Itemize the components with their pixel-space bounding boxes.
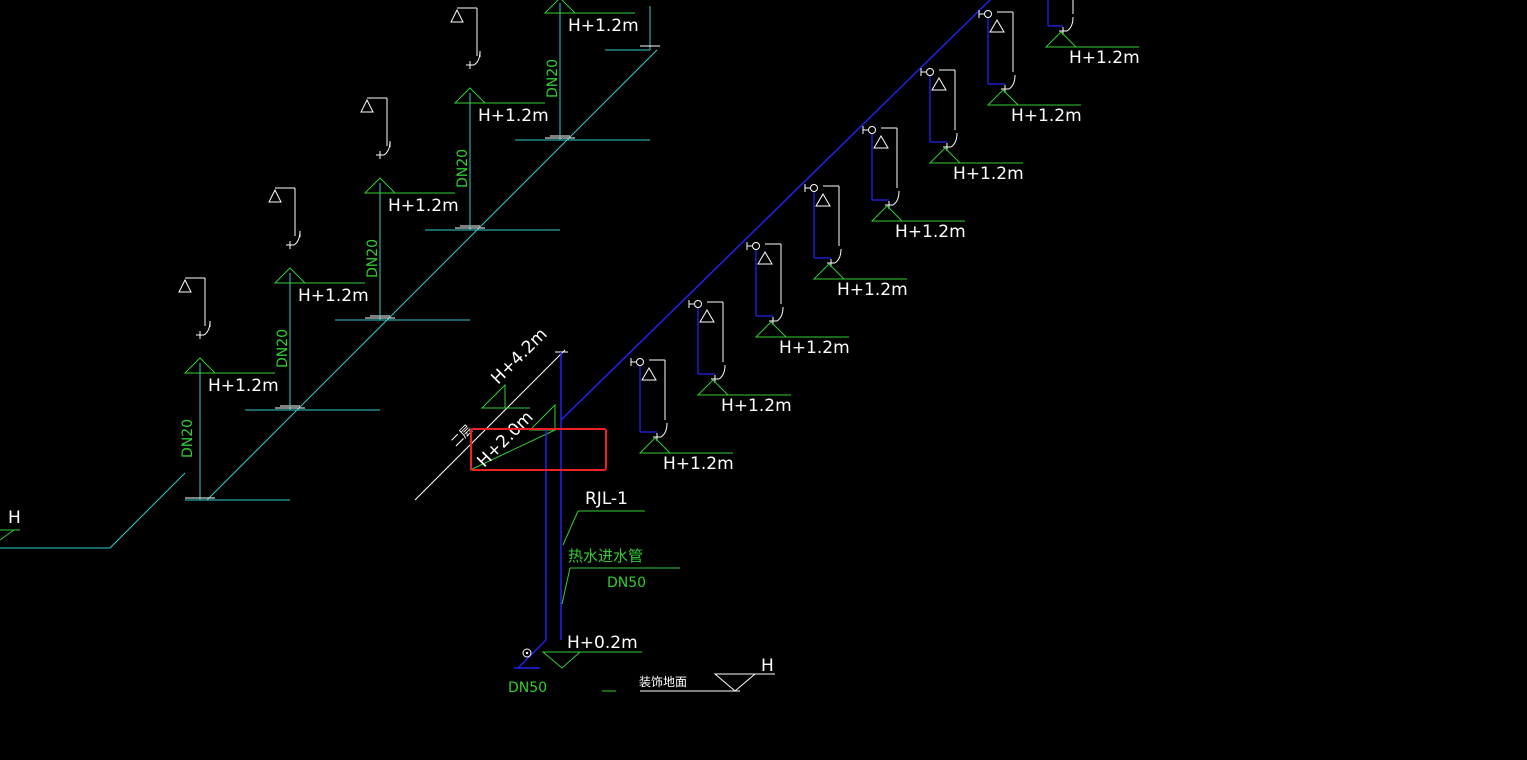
finished-floor-label: 装饰地面	[639, 675, 687, 689]
fixture-elevation-label: H+1.2m	[779, 338, 850, 358]
left-fixture: H+1.2m DN20	[543, 0, 660, 141]
fixture-elevation-label: H+1.2m	[1069, 48, 1140, 68]
left-incoming-pipe: H	[0, 472, 186, 549]
fixture-elevation-label: H+1.2m	[837, 280, 908, 300]
fixture-elevation-label: H+1.2m	[895, 222, 966, 242]
fixture-elevation-label: H+1.2m	[568, 16, 639, 36]
fixture-elevation-label: H+1.2m	[1011, 106, 1082, 126]
hot-water-inlet-label: 热水进水管	[568, 547, 643, 565]
left-fixture-group: H+1.2m DN20 H+1.2m DN20 H+1.2m DN20 H+1.2m DN20…	[178, 0, 660, 501]
cad-drawing-canvas: H+1.2m DN20 H+1.2m DN20 H+1.2m DN20 H+1.2m DN20…	[0, 0, 1527, 760]
right-fixture: H+1.2m	[978, 10, 1082, 126]
floor-level-symbol: H	[761, 656, 774, 676]
right-fixture-group: H+1.2m H+1.2m H+1.2m H+1.2m H+1.2m H+1.2m H+1.…	[560, 0, 1140, 474]
branch-size-label: DN20	[365, 239, 381, 278]
left-fixture: H+1.2m DN20	[360, 97, 480, 321]
pipe-size-main-label: DN50	[607, 575, 646, 591]
branch-size-label: DN20	[545, 59, 561, 98]
right-fixture: H+1.2m	[688, 300, 792, 416]
right-fixture: H+1.2m	[804, 184, 908, 300]
elevation-riser-branch-label: H+2.0m	[473, 407, 537, 471]
fixture-elevation-label: H+1.2m	[298, 286, 369, 306]
left-fixture: H+1.2m DN20	[450, 7, 570, 231]
fixture-elevation-label: H+1.2m	[388, 196, 459, 216]
fixture-elevation-label: H+1.2m	[663, 454, 734, 474]
fixture-elevation-label: H+1.2m	[208, 376, 279, 396]
right-fixture: H+1.2m	[630, 358, 734, 474]
elevation-bottom-label: H+0.2m	[567, 633, 638, 653]
left-fixture: H+1.2m DN20	[178, 277, 300, 501]
right-fixture: H+1.2m	[746, 242, 850, 358]
elevation-top-label: H+4.2m	[487, 324, 551, 388]
branch-size-label: DN20	[455, 149, 471, 188]
fixture-elevation-label: H+1.2m	[478, 106, 549, 126]
fixture-elevation-label: H+1.2m	[721, 396, 792, 416]
pipe-size-bottom-label: DN50	[508, 680, 547, 696]
left-fixture: H+1.2m DN20	[268, 187, 390, 411]
right-fixture: H+1.2m	[920, 68, 1024, 184]
branch-size-label: DN20	[275, 329, 291, 368]
left-edge-h-label: H	[8, 508, 21, 528]
branch-size-label: DN20	[180, 419, 196, 458]
riser-rjl-1: H+4.2m H+2.0m 二层 RJL-1 热水进水管 DN50 H+0.2m…	[414, 324, 775, 696]
fixture-elevation-label: H+1.2m	[953, 164, 1024, 184]
riser-id-label: RJL-1	[585, 489, 628, 509]
right-fixture: H+1.2m	[1044, 0, 1140, 68]
right-fixture: H+1.2m	[862, 126, 966, 242]
